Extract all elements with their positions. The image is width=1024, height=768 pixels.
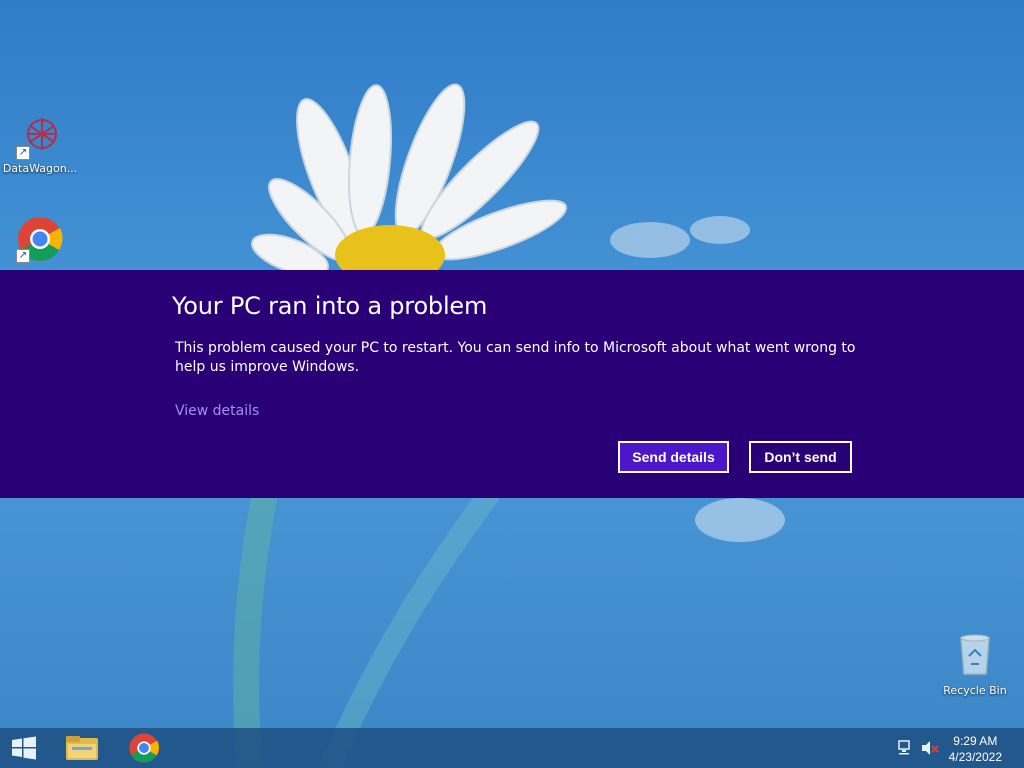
- desktop-icon-recycle-bin[interactable]: Recycle Bin: [935, 630, 1015, 697]
- taskbar: 9:29 AM 4/23/2022: [0, 728, 1024, 768]
- chrome-taskbar-button[interactable]: [128, 732, 160, 764]
- desktop: ↗ DataWagon... ↗ Recycle Bin Your PC ran…: [0, 0, 1024, 768]
- network-icon: [898, 740, 910, 755]
- chrome-icon: ↗: [16, 215, 64, 263]
- shortcut-arrow-icon: ↗: [16, 146, 30, 160]
- clock-date: 4/23/2022: [948, 750, 1002, 764]
- volume-tray-button[interactable]: [920, 738, 940, 758]
- start-button[interactable]: [8, 732, 40, 764]
- clock-time: 9:29 AM: [953, 734, 998, 748]
- network-tray-button[interactable]: [896, 738, 916, 758]
- desktop-icon-chrome[interactable]: ↗: [0, 215, 80, 263]
- dont-send-button[interactable]: Don’t send: [749, 441, 852, 473]
- send-details-button[interactable]: Send details: [618, 441, 729, 473]
- datawagon-icon: ↗: [16, 112, 64, 160]
- dialog-message: This problem caused your PC to restart. …: [175, 340, 856, 375]
- start-icon: [12, 736, 36, 760]
- file-explorer-button[interactable]: [64, 732, 100, 764]
- shortcut-arrow-icon: ↗: [16, 249, 30, 263]
- desktop-icon-datawagon[interactable]: ↗ DataWagon...: [0, 112, 80, 175]
- desktop-icon-label: DataWagon...: [2, 162, 78, 175]
- dialog-title: Your PC ran into a problem: [172, 292, 488, 320]
- file-explorer-icon: [66, 736, 98, 760]
- chrome-icon: [129, 733, 159, 763]
- view-details-link[interactable]: View details: [175, 403, 259, 419]
- recycle-bin-icon: [951, 630, 999, 678]
- clock[interactable]: 9:29 AM 4/23/2022: [949, 733, 1002, 765]
- speaker-muted-icon: [922, 741, 939, 755]
- error-dialog: Your PC ran into a problem This problem …: [0, 270, 1024, 498]
- desktop-icon-label: Recycle Bin: [943, 684, 1007, 697]
